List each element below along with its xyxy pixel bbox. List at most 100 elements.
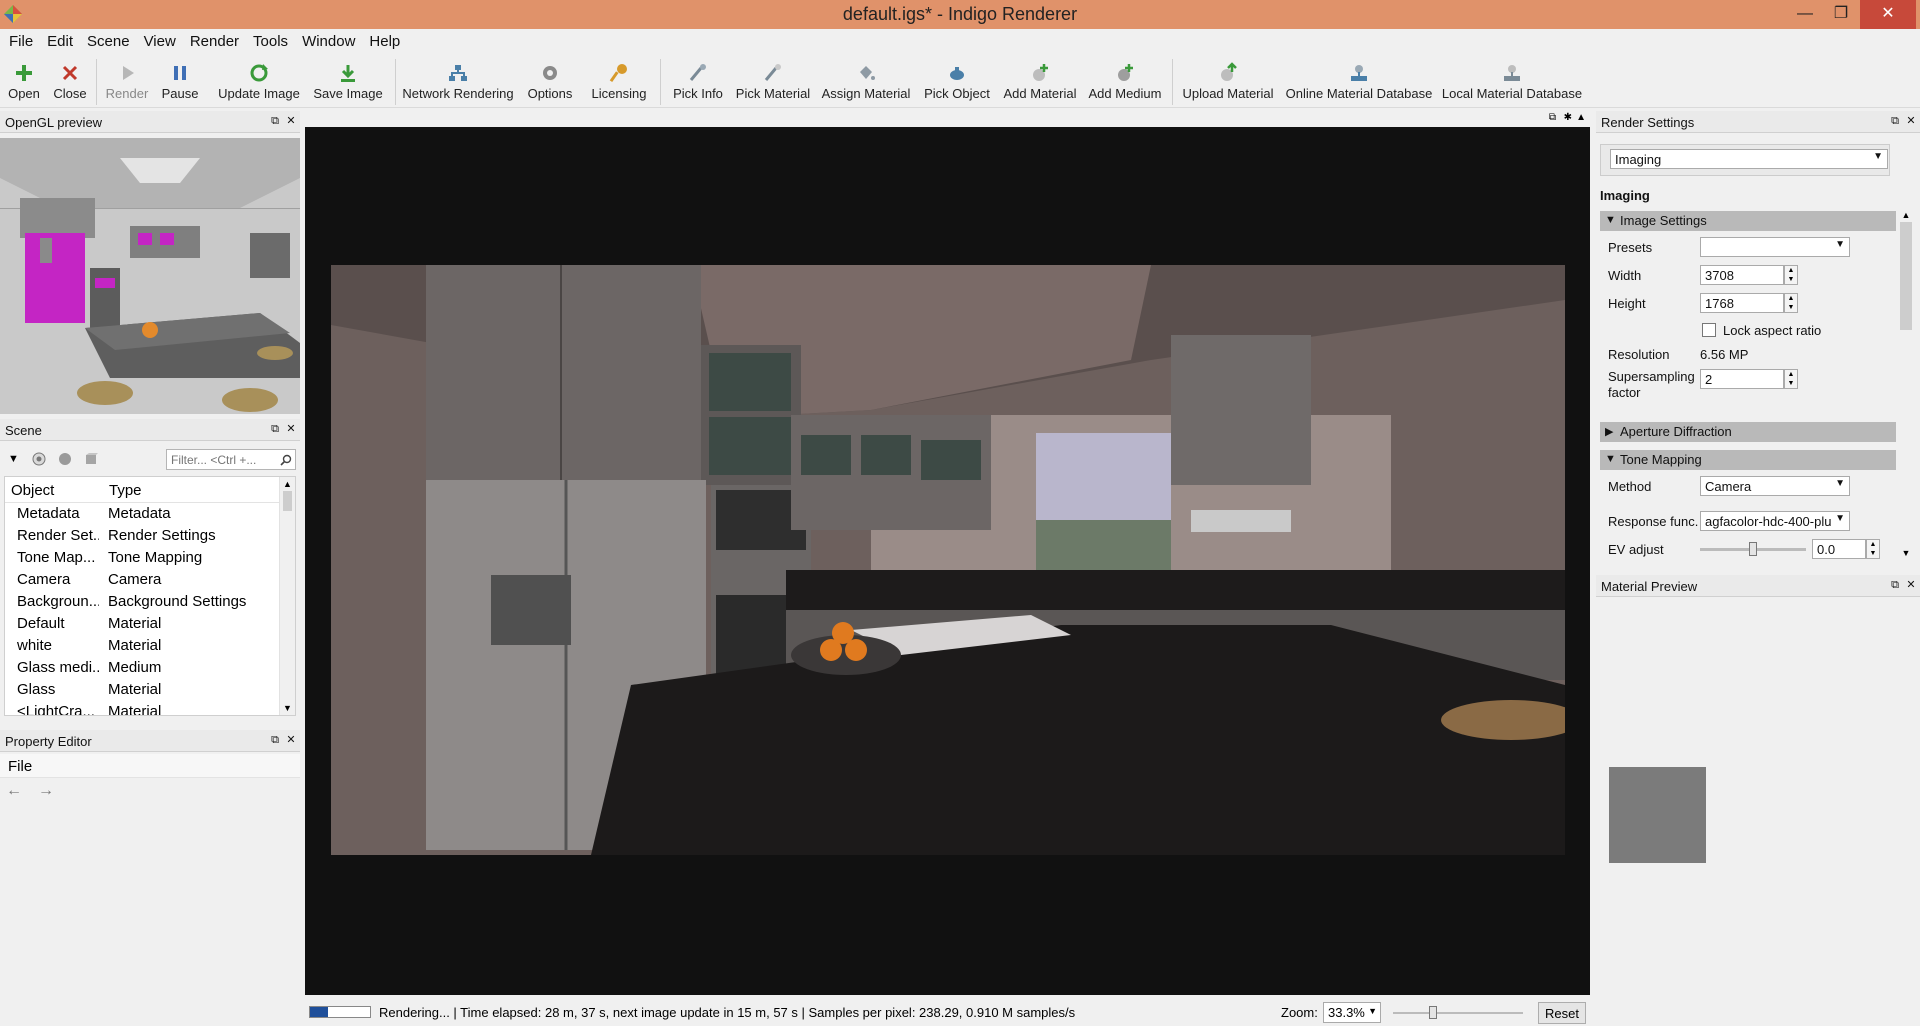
tree-row[interactable]: Metadata Metadata <box>5 503 295 525</box>
pin-icon[interactable]: ▲ <box>1576 112 1586 123</box>
scroll-down-icon[interactable]: ▼ <box>1898 548 1914 558</box>
render-settings-scrollbar[interactable]: ▲ ▼ <box>1898 210 1914 558</box>
filter-dropdown-icon[interactable]: ▼ <box>8 453 19 465</box>
close-panel-icon[interactable]: ✕ <box>1904 114 1918 128</box>
assign-material-button[interactable]: Assign Material <box>820 55 912 108</box>
back-arrow-icon[interactable]: ← <box>6 782 22 800</box>
pick-material-button[interactable]: Pick Material <box>734 55 812 108</box>
save-image-button[interactable]: Save Image <box>310 55 386 108</box>
maximize-button[interactable]: ❐ <box>1818 0 1864 29</box>
float-icon[interactable]: ⧉ <box>268 733 282 747</box>
chevron-down-icon: ▼ <box>1873 151 1883 162</box>
float-icon[interactable]: ⧉ <box>1549 112 1556 123</box>
tree-row[interactable]: white Material <box>5 635 295 657</box>
aperture-diffraction-header[interactable]: ▶ Aperture Diffraction <box>1600 422 1896 442</box>
height-spinner[interactable]: ▲ ▼ <box>1784 293 1798 313</box>
ev-adjust-spinner[interactable]: ▲ ▼ <box>1866 539 1880 559</box>
opengl-viewport[interactable] <box>0 138 300 414</box>
column-header-type[interactable]: Type <box>109 482 142 499</box>
open-button[interactable]: Open <box>4 55 44 108</box>
scroll-up-icon[interactable]: ▲ <box>1898 210 1914 220</box>
settings-icon[interactable]: ✱ <box>1564 112 1572 123</box>
close-window-button[interactable]: ✕ <box>1860 0 1916 29</box>
zoom-slider-handle[interactable] <box>1429 1006 1437 1019</box>
sphere-icon[interactable] <box>58 452 72 466</box>
close-panel-icon[interactable]: ✕ <box>284 422 298 436</box>
supersampling-input[interactable]: 2 <box>1700 369 1784 389</box>
visibility-icon[interactable] <box>32 452 46 466</box>
settings-heading: Imaging <box>1600 188 1650 203</box>
float-icon[interactable]: ⧉ <box>1888 114 1902 128</box>
tree-row[interactable]: Default Material <box>5 613 295 635</box>
close-panel-icon[interactable]: ✕ <box>1904 578 1918 592</box>
viewport-header: ⧉ ✱ ▲ <box>305 111 1590 127</box>
scroll-thumb[interactable] <box>283 491 292 511</box>
menu-file[interactable]: File <box>0 29 40 50</box>
close-panel-icon[interactable]: ✕ <box>284 733 298 747</box>
menu-help[interactable]: Help <box>362 29 407 50</box>
scene-filter-input[interactable] <box>166 449 296 470</box>
presets-label: Presets <box>1608 240 1653 255</box>
reset-zoom-button[interactable]: Reset <box>1538 1002 1586 1024</box>
method-select[interactable]: Camera ▼ <box>1700 476 1850 496</box>
close-button[interactable]: Close <box>48 55 92 108</box>
zoom-slider[interactable] <box>1393 1012 1523 1014</box>
ev-adjust-slider-handle[interactable] <box>1749 542 1757 556</box>
close-panel-icon[interactable]: ✕ <box>284 114 298 128</box>
response-func-label: Response func. <box>1608 514 1699 529</box>
network-rendering-button[interactable]: Network Rendering <box>400 55 516 108</box>
column-header-object[interactable]: Object <box>11 482 93 499</box>
menu-tools[interactable]: Tools <box>246 29 295 50</box>
tone-mapping-header[interactable]: ▼ Tone Mapping <box>1600 450 1896 470</box>
pause-button[interactable]: Pause <box>156 55 204 108</box>
tree-row[interactable]: Backgroun... Background Settings <box>5 591 295 613</box>
forward-arrow-icon[interactable]: → <box>38 782 54 800</box>
add-medium-button[interactable]: Add Medium <box>1086 55 1164 108</box>
update-image-button[interactable]: Update Image <box>214 55 304 108</box>
property-editor-title: Property Editor <box>5 734 92 749</box>
tree-row[interactable]: Glass Material <box>5 679 295 701</box>
supersampling-label-line2: factor <box>1608 385 1641 400</box>
upload-material-button[interactable]: Upload Material <box>1180 55 1276 108</box>
ev-adjust-input[interactable]: 0.0 <box>1812 539 1866 559</box>
tree-row[interactable]: Render Set... Render Settings <box>5 525 295 547</box>
render-button[interactable]: Render <box>102 55 152 108</box>
presets-select[interactable]: ▼ <box>1700 237 1850 257</box>
width-spinner[interactable]: ▲ ▼ <box>1784 265 1798 285</box>
pick-object-button[interactable]: Pick Object <box>920 55 994 108</box>
tree-row[interactable]: Glass medi... Medium <box>5 657 295 679</box>
tree-row[interactable]: <LightCra... Material <box>5 701 295 715</box>
menu-edit[interactable]: Edit <box>40 29 80 50</box>
settings-category-select[interactable]: Imaging ▼ <box>1610 149 1888 169</box>
scene-tree-scrollbar[interactable]: ▲ ▼ <box>279 477 295 715</box>
float-icon[interactable]: ⧉ <box>268 422 282 436</box>
pick-info-button[interactable]: Pick Info <box>670 55 726 108</box>
options-button[interactable]: Options <box>522 55 578 108</box>
float-icon[interactable]: ⧉ <box>1888 578 1902 592</box>
licensing-button[interactable]: Licensing <box>588 55 650 108</box>
scene-tree[interactable]: Object Type Metadata Metadata Render Set.… <box>4 476 296 716</box>
image-settings-header[interactable]: ▼ Image Settings <box>1600 211 1896 231</box>
tree-row[interactable]: Tone Map... Tone Mapping <box>5 547 295 569</box>
height-input[interactable]: 1768 <box>1700 293 1784 313</box>
aperture-diffraction-title: Aperture Diffraction <box>1620 424 1732 439</box>
online-material-database-button[interactable]: Online Material Database <box>1284 55 1434 108</box>
cube-icon[interactable] <box>84 452 98 466</box>
menu-render[interactable]: Render <box>183 29 246 50</box>
scroll-down-icon[interactable]: ▼ <box>280 703 295 713</box>
menu-window[interactable]: Window <box>295 29 362 50</box>
pick-material-icon <box>764 64 781 81</box>
response-func-select[interactable]: agfacolor-hdc-400-plu ▼ <box>1700 511 1850 531</box>
scroll-up-icon[interactable]: ▲ <box>280 479 295 489</box>
add-material-button[interactable]: Add Material <box>1000 55 1080 108</box>
menu-scene[interactable]: Scene <box>80 29 137 50</box>
float-icon[interactable]: ⧉ <box>268 114 282 128</box>
local-material-database-button[interactable]: Local Material Database <box>1440 55 1584 108</box>
scroll-thumb[interactable] <box>1900 222 1912 330</box>
lock-aspect-checkbox[interactable] <box>1702 323 1716 337</box>
zoom-select[interactable]: 33.3% ▼ <box>1323 1002 1381 1023</box>
supersampling-spinner[interactable]: ▲ ▼ <box>1784 369 1798 389</box>
width-input[interactable]: 3708 <box>1700 265 1784 285</box>
tree-row[interactable]: Camera Camera <box>5 569 295 591</box>
menu-view[interactable]: View <box>137 29 183 50</box>
